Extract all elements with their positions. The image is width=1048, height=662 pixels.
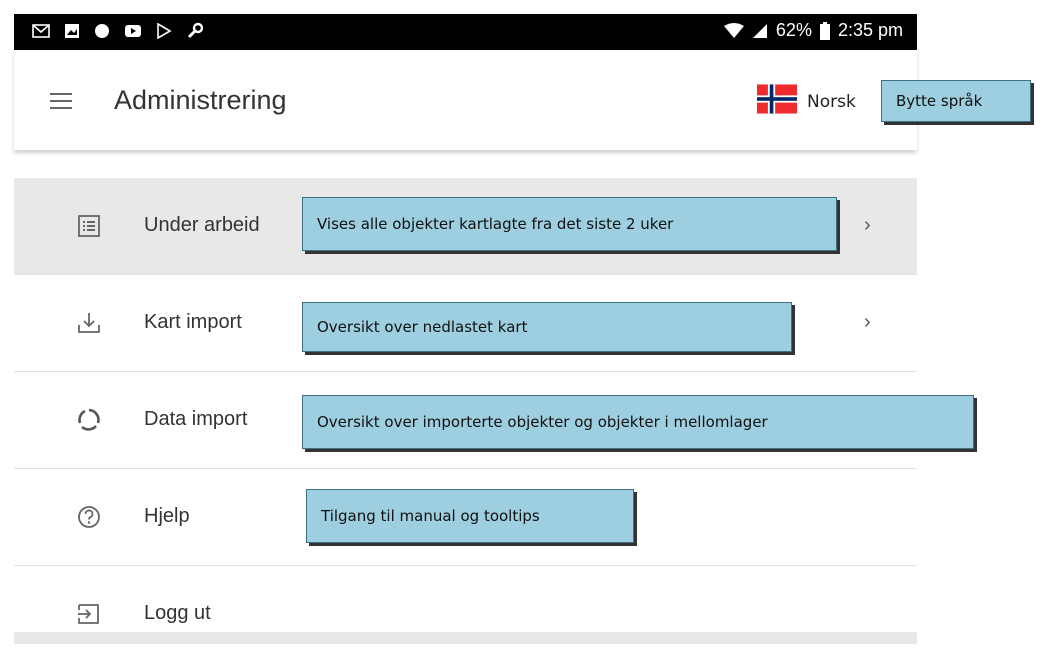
list-icon <box>78 215 100 237</box>
menu-item-logg-ut[interactable]: Logg ut <box>14 566 917 662</box>
under-arbeid-callout: Vises alle objekter kartlagte fra det si… <box>302 197 837 251</box>
change-language-callout: Bytte språk <box>881 80 1031 122</box>
logout-icon <box>78 604 99 624</box>
clock: 2:35 pm <box>837 20 903 40</box>
kart-import-callout: Oversikt over nedlastet kart <box>302 302 792 352</box>
menu-item-label: Logg ut <box>144 602 211 624</box>
signal-icon <box>752 23 767 38</box>
page-title: Administrering <box>114 85 287 115</box>
wrench-icon <box>187 22 204 39</box>
chevron-right-icon: › <box>864 311 871 333</box>
circle-icon <box>95 24 109 38</box>
gmail-icon <box>32 24 50 38</box>
data-import-callout: Oversikt over importerte objekter og obj… <box>302 395 974 449</box>
bottom-divider <box>14 632 917 644</box>
battery-icon <box>819 21 830 40</box>
sync-icon <box>78 408 100 431</box>
menu-icon[interactable] <box>50 93 72 109</box>
help-icon <box>78 506 100 528</box>
menu-item-label: Kart import <box>144 311 242 333</box>
language-label[interactable]: Norsk <box>807 92 856 112</box>
chevron-right-icon: › <box>864 214 871 236</box>
app-bar: Administrering Norsk <box>14 50 917 150</box>
menu-item-label: Under arbeid <box>144 214 260 236</box>
menu-item-label: Data import <box>144 408 248 430</box>
youtube-icon <box>125 25 141 37</box>
notification-icons <box>32 22 204 40</box>
menu-item-label: Hjelp <box>144 505 190 527</box>
status-right: 62% 2:35 pm <box>723 20 903 41</box>
play-store-icon <box>157 23 172 39</box>
status-bar: 62% 2:35 pm <box>14 14 917 50</box>
wifi-icon <box>723 22 744 38</box>
hjelp-callout: Tilgang til manual og tooltips <box>306 489 634 543</box>
norway-flag-icon[interactable] <box>757 83 797 115</box>
download-icon <box>78 313 100 333</box>
battery-percent: 62% <box>775 20 812 40</box>
image-icon <box>65 24 79 38</box>
